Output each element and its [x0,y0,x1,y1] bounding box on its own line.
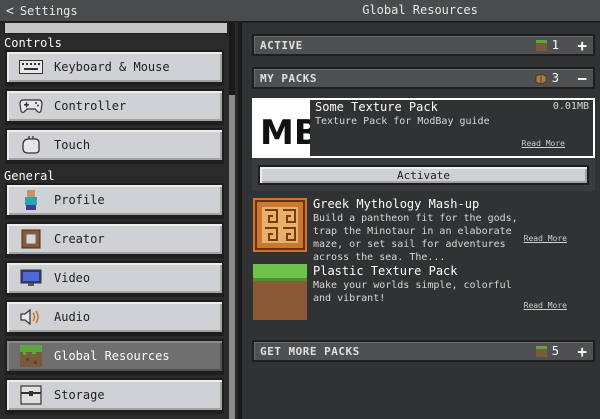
activate-button[interactable]: Activate [258,165,589,185]
my-packs-section-label: MY PACKS [260,71,317,85]
pack-item-selected[interactable]: MB Some Texture Pack Texture Pack for Mo… [252,98,595,158]
chevron-left-icon: < [6,3,14,19]
my-packs-count: 3 [535,71,559,85]
sidebar-item-label: Profile [54,193,105,207]
collapse-my-packs-button[interactable]: − [577,69,587,88]
sidebar-item-label: Keyboard & Mouse [54,60,170,74]
grass-block-icon [535,345,547,357]
sidebar-item-label: Creator [54,232,105,246]
sidebar-item-profile[interactable]: Profile [5,183,224,219]
read-more-link[interactable]: Read More [524,301,567,310]
sidebar-item-audio[interactable]: Audio [5,300,224,336]
monitor-icon [17,269,45,287]
greek-pattern-icon [253,198,307,252]
section-label-controls: Controls [4,36,62,50]
pack-description: Build a pantheon fit for the gods, trap … [313,213,518,263]
sidebar-item-global-resources[interactable]: Global Resources [5,339,224,375]
keyboard-icon [17,60,45,74]
grass-block-icon [535,39,547,51]
read-more-link[interactable]: Read More [522,139,565,148]
sidebar-item-touch[interactable]: Touch [5,128,224,164]
sidebar-item-label: Storage [54,388,105,402]
get-more-count-value: 5 [551,344,559,358]
speaker-icon [17,308,45,326]
sidebar-item-video[interactable]: Video [5,261,224,297]
pack-name: Plastic Texture Pack [313,264,458,278]
back-label: Settings [19,4,78,18]
pack-description: Texture Pack for ModBay guide [315,116,490,127]
chest-icon [17,385,45,405]
mb-logo-icon: MB [260,113,320,153]
active-count: 1 [535,38,559,52]
pack-thumbnail: MB [254,100,320,156]
sidebar-item-label: Audio [54,310,91,324]
grass-block-icon [17,345,45,367]
get-more-packs-button[interactable]: + [577,342,587,361]
touch-icon [17,135,45,155]
pack-size: 0.01MB [552,101,589,112]
active-section-label: ACTIVE [260,38,303,52]
page-title: Global Resources [362,3,478,17]
section-label-general: General [4,169,55,183]
sidebar-item-creator[interactable]: Creator [5,222,224,258]
sidebar-item-controller[interactable]: Controller [5,89,224,125]
grass-block-icon [253,264,307,320]
pack-name: Greek Mythology Mash-up [313,197,480,211]
my-packs-section-header[interactable]: MY PACKS 3 − [252,67,595,89]
pack-item[interactable]: Plastic Texture Pack Make your worlds si… [252,264,595,322]
sidebar-item-label: Controller [54,99,127,113]
active-count-value: 1 [551,38,559,52]
scrolled-item-edge [4,23,228,34]
book-icon [535,73,547,84]
get-more-packs-label: GET MORE PACKS [260,344,360,358]
svg-text:MB: MB [260,113,310,153]
sidebar-scrollbar-thumb[interactable] [229,95,235,419]
gamepad-icon [17,98,45,114]
sidebar-item-label: Video [54,271,91,285]
creator-icon [17,229,45,249]
read-more-link[interactable]: Read More [524,234,567,243]
pack-thumbnail [253,198,307,252]
active-section-header[interactable]: ACTIVE 1 + [252,34,595,56]
profile-icon [17,190,45,210]
sidebar-item-label: Global Resources [54,349,170,363]
sidebar-item-label: Touch [54,138,91,152]
sidebar-item-keyboard-mouse[interactable]: Keyboard & Mouse [5,50,224,86]
pack-item[interactable]: Greek Mythology Mash-up Build a pantheon… [252,197,595,263]
pack-description: Make your worlds simple, colorful and vi… [313,280,512,304]
pack-thumbnail [253,264,307,320]
get-more-count: 5 [535,344,559,358]
back-button[interactable]: < Settings [6,2,78,20]
top-bar: < Settings Global Resources [0,0,600,23]
my-packs-count-value: 3 [551,71,559,85]
add-pack-button[interactable]: + [577,36,587,55]
pack-name: Some Texture Pack [315,100,438,114]
sidebar-item-storage[interactable]: Storage [5,378,224,414]
get-more-packs-header[interactable]: GET MORE PACKS 5 + [252,340,595,362]
